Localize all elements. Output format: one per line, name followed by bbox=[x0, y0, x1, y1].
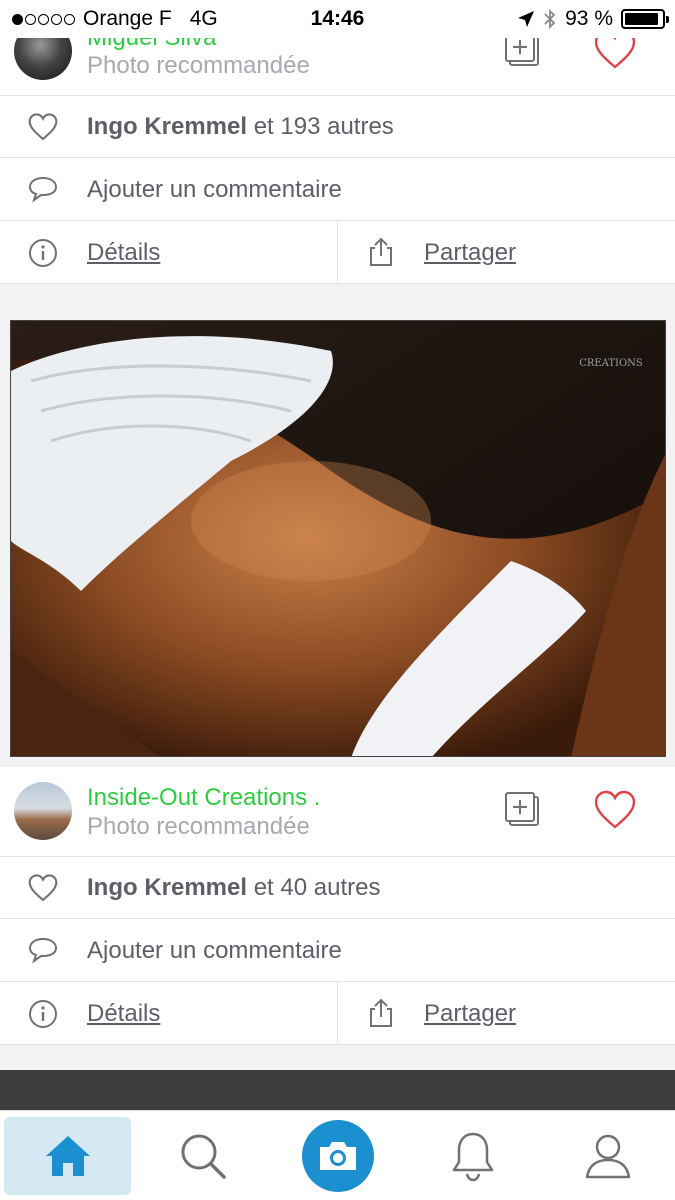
liker-name[interactable]: Ingo Kremmel bbox=[87, 113, 247, 140]
tab-notifications[interactable] bbox=[410, 1111, 535, 1200]
status-right: 93 % bbox=[517, 7, 669, 31]
status-bar: Orange F 4G 14:46 93 % bbox=[0, 0, 675, 38]
post-photo[interactable]: CREATIONS bbox=[10, 320, 666, 757]
comment-row[interactable]: Ajouter un commentaire bbox=[0, 918, 675, 981]
profile-icon bbox=[585, 1134, 630, 1179]
heart-outline-icon bbox=[26, 871, 60, 905]
likes-row[interactable]: Ingo Kremmel et 40 autres bbox=[0, 856, 675, 918]
comment-icon bbox=[26, 172, 60, 206]
like-button[interactable] bbox=[590, 785, 640, 835]
add-comment-input[interactable]: Ajouter un commentaire bbox=[87, 937, 342, 965]
add-to-collection-button[interactable] bbox=[498, 785, 548, 835]
share-link[interactable]: Partager bbox=[424, 1000, 516, 1028]
likes-count: et 40 autres bbox=[247, 874, 381, 901]
comment-icon bbox=[26, 933, 60, 967]
likes-text: Ingo Kremmel et 40 autres bbox=[87, 874, 380, 902]
battery-icon bbox=[621, 9, 669, 29]
heart-icon bbox=[594, 790, 636, 829]
likes-text: Ingo Kremmel et 193 autres bbox=[87, 113, 394, 141]
details-link[interactable]: Détails bbox=[87, 1000, 160, 1028]
heart-outline-icon bbox=[26, 110, 60, 144]
info-icon bbox=[26, 236, 60, 270]
bell-icon bbox=[452, 1132, 493, 1182]
camera-button[interactable] bbox=[301, 1120, 374, 1192]
home-icon bbox=[45, 1136, 90, 1176]
tab-search[interactable] bbox=[140, 1111, 265, 1200]
divider bbox=[337, 221, 338, 283]
post-subtitle: Photo recommandée bbox=[87, 52, 310, 79]
divider bbox=[337, 982, 338, 1044]
actions-row: Détails Partager bbox=[0, 220, 675, 284]
bluetooth-icon bbox=[544, 8, 556, 30]
share-link[interactable]: Partager bbox=[424, 239, 516, 267]
liker-name[interactable]: Ingo Kremmel bbox=[87, 874, 247, 901]
add-collection-icon bbox=[505, 792, 539, 826]
info-icon bbox=[26, 997, 60, 1031]
tab-home[interactable] bbox=[4, 1117, 131, 1195]
comment-row[interactable]: Ajouter un commentaire bbox=[0, 157, 675, 220]
search-icon bbox=[181, 1134, 226, 1179]
post-header: Inside-Out Creations . Photo recommandée bbox=[0, 767, 675, 856]
likes-count: et 193 autres bbox=[247, 113, 394, 140]
tab-bar bbox=[0, 1110, 675, 1200]
tab-profile[interactable] bbox=[545, 1111, 670, 1200]
share-icon bbox=[364, 996, 398, 1030]
tab-upload[interactable] bbox=[275, 1111, 400, 1200]
battery-percent: 93 % bbox=[565, 7, 613, 30]
next-post-preview[interactable] bbox=[0, 1070, 675, 1110]
add-comment-input[interactable]: Ajouter un commentaire bbox=[87, 176, 342, 204]
photo-watermark: CREATIONS bbox=[579, 358, 643, 369]
actions-row: Détails Partager bbox=[0, 981, 675, 1045]
photo-image: CREATIONS bbox=[11, 321, 665, 756]
details-link[interactable]: Détails bbox=[87, 239, 160, 267]
avatar[interactable] bbox=[14, 782, 72, 840]
likes-row[interactable]: Ingo Kremmel et 193 autres bbox=[0, 95, 675, 157]
author-name[interactable]: Inside-Out Creations . bbox=[87, 784, 320, 812]
camera-icon bbox=[319, 1142, 356, 1170]
post-subtitle: Photo recommandée bbox=[87, 813, 310, 840]
share-icon bbox=[364, 235, 398, 269]
location-arrow-icon bbox=[518, 11, 535, 27]
